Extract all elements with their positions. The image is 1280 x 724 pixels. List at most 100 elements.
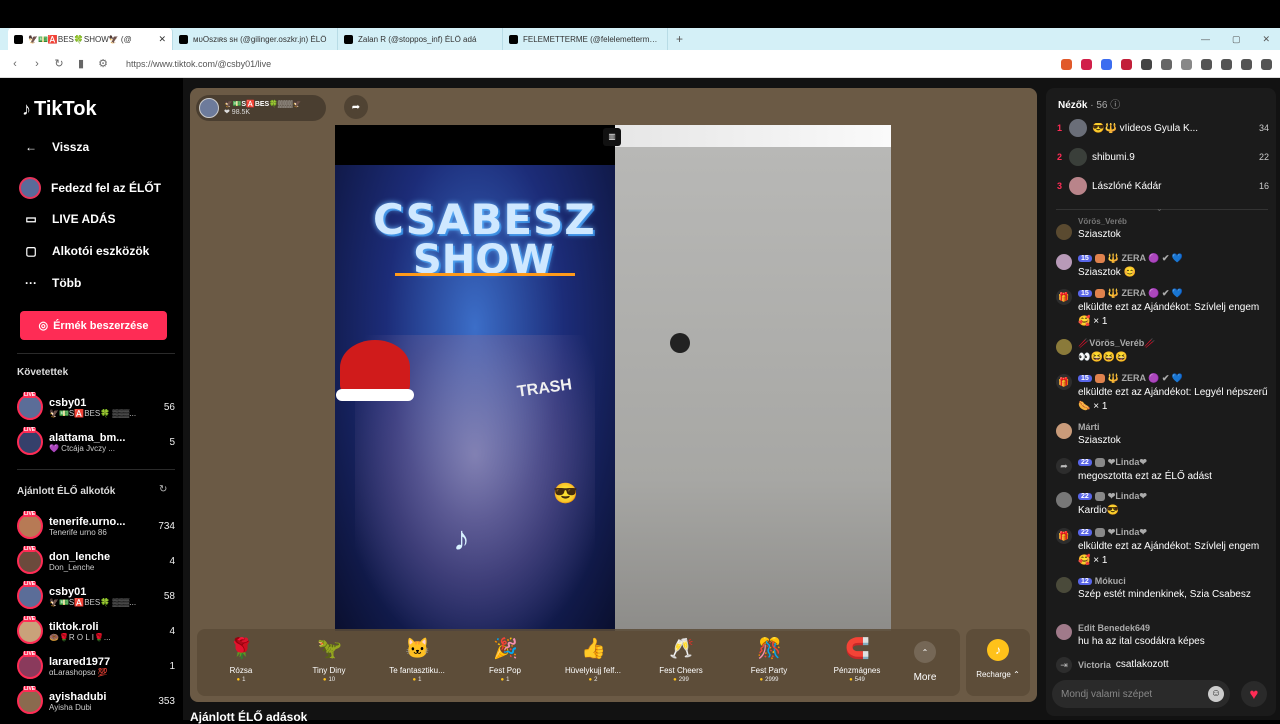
following-item[interactable]: LIVE alattama_bm... 💜 Ctcája Jvczy ... 5 (17, 426, 175, 458)
minimize-icon[interactable]: — (1201, 34, 1210, 44)
info-icon[interactable]: ⓘ (1110, 100, 1120, 111)
url-input[interactable]: https://www.tiktok.com/@csby01/live (126, 59, 271, 69)
fan-badge (1094, 374, 1105, 383)
gift-item[interactable]: 🥂 Fest Cheers 299 (637, 629, 725, 696)
chevron-up-icon: ⌃ (914, 641, 936, 663)
site-info-icon[interactable]: ⚙ (98, 57, 108, 70)
extension-icon[interactable] (1121, 58, 1132, 70)
nickname: Tenerife urno 86 (49, 527, 107, 537)
tiktok-note-icon: ♪ (22, 99, 31, 119)
new-tab-button[interactable]: + (676, 32, 683, 46)
viewer-count: 4 (169, 555, 175, 567)
gift-item[interactable]: 🐱 Te fantasztiku... 1 (373, 629, 461, 696)
puzzle-icon[interactable] (1181, 58, 1192, 70)
nav-label: Alkotói eszközök (52, 244, 150, 258)
emoji-icon[interactable]: ☺ (1208, 686, 1224, 702)
avatar (1056, 492, 1072, 508)
recommended-item[interactable]: LIVE ayishadubi Ayisha Dubi 353 (17, 685, 175, 717)
tiktok-favicon-icon (179, 34, 188, 44)
chat-user-row: 15 🔱 ZERA 🟣 ✔ 💙 (1078, 253, 1271, 264)
viewer-count: 1 (169, 660, 175, 672)
wallet-icon[interactable] (1241, 58, 1252, 70)
gift-item[interactable]: 🦖 Tiny Diny 10 (285, 629, 373, 696)
extension-icon[interactable] (1161, 58, 1172, 70)
recommended-item[interactable]: LIVE csby01 🦅💵S🅰️BES🍀 ▒▒▒... 58 (17, 580, 175, 612)
close-window-icon[interactable]: ✕ (1262, 34, 1270, 45)
recommended-item[interactable]: LIVE tenerife.urno... Tenerife urno 86 73… (17, 510, 175, 542)
brave-shield-icon[interactable] (1061, 58, 1072, 70)
tiktok-logo[interactable]: ♪ TikTok (22, 98, 97, 121)
recommended-item[interactable]: LIVE don_lenche Don_Lenche 4 (17, 545, 175, 577)
share-icon[interactable]: ➦ (344, 95, 368, 119)
bookmark-icon[interactable]: ▮ (76, 57, 86, 70)
translate-icon[interactable] (1101, 58, 1112, 70)
forward-icon[interactable]: › (32, 58, 42, 70)
layout-switch-icon[interactable]: ▥ (603, 128, 621, 146)
chat-username: 🔱 ZERA 🟣 ✔ 💙 (1107, 288, 1184, 298)
viewer-name: shibumi.9 (1092, 151, 1135, 163)
following-item[interactable]: LIVE csby01 🦅💵S🅰️BES🍀 ▒▒▒... 56 (17, 391, 175, 423)
extension-icon[interactable] (1141, 58, 1152, 70)
chat-text: Sziasztok (1078, 435, 1121, 446)
browser-tab[interactable]: ᴍᴜΟsᴢιʀs sʜ (@gilinger.oszkr.jn) ÉLŐ (173, 28, 338, 50)
recommended-item[interactable]: LIVE tiktok.roli 🍩🌹R O L I🌹... 4 (17, 615, 175, 647)
nav-explore-live[interactable]: Fedezd fel az ÉLŐT (19, 177, 161, 199)
browser-tab[interactable]: FELEMETTERME (@felelemetterme) É (503, 28, 668, 50)
maximize-icon[interactable]: ▢ (1232, 34, 1241, 45)
gift-item[interactable]: 🎊 Fest Party 2999 (725, 629, 813, 696)
live-badge: LIVE (23, 392, 37, 398)
nav-more[interactable]: ··· Több (22, 276, 81, 290)
back-icon[interactable]: ‹ (10, 58, 20, 70)
host-avatar (199, 98, 219, 118)
rewards-icon[interactable] (1081, 58, 1092, 70)
host-info[interactable]: 🦅💵S🅰️BES🍀▒▒▒🦅 ❤ 98.5K (196, 95, 326, 121)
get-coins-button[interactable]: ◎ Érmék beszerzése (20, 311, 167, 340)
menu-icon[interactable] (1261, 58, 1272, 70)
chat-text: elküldte ezt az Ajándékot: Legyél népsze… (1078, 387, 1268, 412)
nickname: 💜 Ctcája Jvczy ... (49, 443, 115, 453)
rank: 1 (1057, 123, 1063, 133)
avatar: LIVE (17, 392, 43, 420)
gift-icon: 🌹 (229, 638, 254, 660)
chat-input[interactable]: Mondj valami szépet ☺ (1052, 680, 1230, 708)
live-video[interactable]: CSABESZ SHOW TRASH 😎 ♪ ▥ (335, 125, 891, 631)
tiktok-favicon-icon (14, 34, 23, 44)
chat-text: elküldte ezt az Ajándékot: Szívlelj enge… (1078, 541, 1260, 566)
browser-tab-active[interactable]: 🦅💵🅰️BES🍀SHOW🦅 (@ ✕ (8, 28, 173, 50)
viewer-score: 22 (1258, 152, 1269, 162)
recharge-button[interactable]: ♪ Recharge ⌃ (966, 629, 1030, 696)
gift-item[interactable]: 🌹 Rózsa 1 (197, 629, 285, 696)
browser-tab[interactable]: Zalan R (@stoppos_inf) ÉLŐ adá (338, 28, 503, 50)
username: csby01 (49, 585, 87, 598)
gift-item[interactable]: 🎉 Fest Pop 1 (461, 629, 549, 696)
avatar: LIVE (17, 581, 43, 609)
username: ayishadubi (49, 690, 107, 703)
recommended-item[interactable]: LIVE larared1977 αLarashopsα 💯 1 (17, 650, 175, 682)
gift-item[interactable]: 🧲 Pénzmágnes 549 (813, 629, 901, 696)
top-viewer-row[interactable]: 2 shibumi.9 22 (1057, 147, 1269, 167)
heart-icon[interactable]: ♥ (1241, 681, 1267, 707)
tab-close-icon[interactable]: ✕ (158, 34, 166, 45)
top-viewer-row[interactable]: 1 😎🔱 vIideos Gyula K... 34 (1057, 118, 1269, 138)
coin-icon: ◎ (38, 320, 49, 332)
nickname: Ayisha Dubi (49, 702, 92, 712)
refresh-icon[interactable]: ↻ (159, 484, 167, 495)
chevron-down-icon[interactable]: ⌄ (1156, 204, 1163, 213)
reload-icon[interactable]: ↻ (54, 57, 64, 70)
music-icon[interactable] (1201, 58, 1212, 70)
avatar (1056, 624, 1072, 640)
nav-live-studio[interactable]: ▭ LIVE ADÁS (22, 212, 115, 226)
more-gifts-button[interactable]: ⌃ More (901, 629, 949, 696)
gift-name: Fest Cheers (659, 666, 703, 675)
gift-item[interactable]: 👍 Hüvelykujj felf... 2 (549, 629, 637, 696)
gift-bar: 🌹 Rózsa 1 🦖 Tiny Diny 10 🐱 Te fantasztiku... 1… (197, 629, 960, 696)
chat-message: 15 🔱 ZERA 🟣 ✔ 💙 Sziasztok 😊 (1056, 253, 1271, 280)
avatar: LIVE (17, 546, 43, 574)
nav-creator-tools[interactable]: ▢ Alkotói eszközök (22, 244, 149, 258)
top-viewer-row[interactable]: 3 Lászlóné Kádár 16 (1057, 176, 1269, 196)
sidebar-icon[interactable] (1221, 58, 1232, 70)
divider (17, 469, 175, 470)
nav-back[interactable]: ← Vissza (22, 140, 89, 154)
avatar: LIVE (17, 427, 43, 455)
avatar (1056, 254, 1072, 270)
